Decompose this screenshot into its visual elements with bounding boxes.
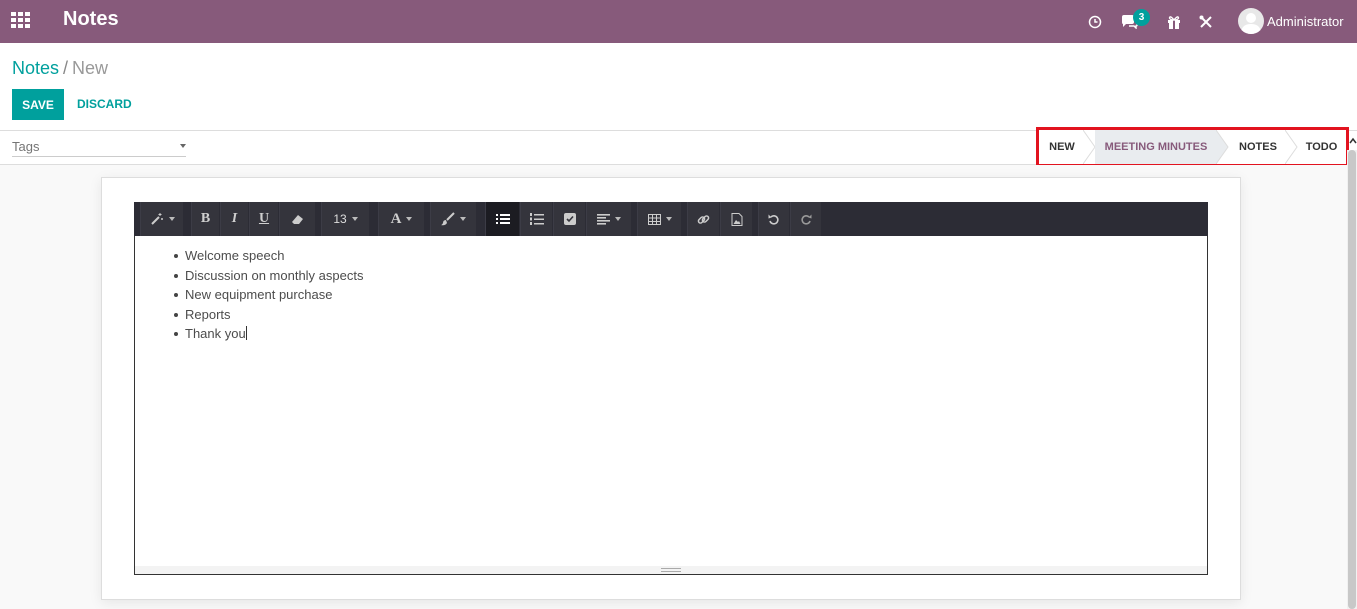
activity-button[interactable]: [1085, 0, 1105, 43]
top-navbar: Notes 3 Administrator: [0, 0, 1357, 43]
resize-handle-icon[interactable]: [661, 568, 681, 572]
stage-meeting-minutes[interactable]: MEETING MINUTES: [1095, 130, 1217, 164]
bullet-list-icon: [495, 214, 510, 224]
italic-button[interactable]: I: [220, 202, 248, 236]
align-dropdown[interactable]: [586, 202, 631, 236]
text-cursor: [245, 326, 247, 340]
tags-field[interactable]: [12, 138, 186, 157]
table-icon: [647, 213, 661, 225]
stage-label: NEW: [1049, 141, 1075, 153]
note-editor[interactable]: Welcome speech Discussion on monthly asp…: [134, 236, 1208, 575]
apps-grid-icon[interactable]: [11, 12, 30, 28]
stage-todo[interactable]: TODO: [1297, 130, 1346, 164]
redo-button[interactable]: [790, 202, 821, 236]
align-left-icon: [597, 213, 610, 225]
link-icon: [697, 214, 710, 224]
image-button[interactable]: [720, 202, 752, 236]
numbered-list-button[interactable]: [520, 202, 552, 236]
list-item-text: Discussion on monthly aspects: [185, 267, 364, 283]
chevron-down-icon: [406, 217, 413, 221]
clear-format-button[interactable]: [279, 202, 315, 236]
underline-button[interactable]: U: [249, 202, 278, 236]
avatar[interactable]: [1238, 8, 1264, 34]
font-color-icon: A: [390, 210, 402, 227]
bold-button[interactable]: B: [191, 202, 219, 236]
font-size-value: 13: [333, 212, 347, 226]
checkbox-icon: [563, 213, 576, 225]
bullet-list-button[interactable]: [485, 202, 519, 236]
redo-icon: [801, 214, 812, 225]
debug-tools-button[interactable]: [1196, 0, 1216, 43]
editor-toolbar: B I U 13 A: [134, 202, 1208, 236]
gift-button[interactable]: [1164, 0, 1184, 43]
bold-icon: B: [200, 211, 211, 226]
breadcrumb-current: New: [72, 58, 109, 78]
paintbrush-icon: [441, 212, 455, 226]
italic-icon: I: [231, 211, 238, 226]
font-size-dropdown[interactable]: 13: [321, 202, 369, 236]
tools-icon: [1199, 15, 1212, 28]
undo-icon: [768, 214, 779, 225]
editor-resize-bar[interactable]: [135, 566, 1207, 574]
table-dropdown[interactable]: [637, 202, 681, 236]
list-item-text: New equipment purchase: [185, 287, 333, 302]
highlight-color-dropdown[interactable]: [430, 202, 476, 236]
clock-icon: [1088, 15, 1102, 28]
font-color-dropdown[interactable]: A: [378, 202, 424, 236]
chevron-down-icon: [615, 217, 621, 221]
list-item-text: Thank you: [185, 326, 246, 341]
chevron-down-icon[interactable]: [180, 144, 186, 148]
magic-wand-icon: [150, 213, 163, 225]
list-item[interactable]: Welcome speech: [173, 246, 363, 266]
chevron-down-icon: [168, 217, 175, 221]
eraser-icon: [291, 215, 303, 224]
stage-notes[interactable]: NOTES: [1229, 130, 1287, 164]
scroll-up-icon[interactable]: [1349, 136, 1357, 146]
breadcrumb-notes-link[interactable]: Notes: [12, 58, 59, 78]
gift-icon: [1168, 15, 1180, 29]
undo-button[interactable]: [758, 202, 789, 236]
list-item[interactable]: Discussion on monthly aspects: [173, 266, 364, 286]
underline-icon: U: [258, 211, 270, 226]
list-item[interactable]: Thank you: [173, 324, 363, 344]
style-dropdown[interactable]: [140, 202, 183, 236]
chevron-down-icon: [460, 217, 466, 221]
image-icon: [731, 212, 742, 226]
list-item[interactable]: New equipment purchase: [173, 285, 363, 305]
list-item-text: Reports: [185, 306, 231, 322]
numbered-list-icon: [529, 213, 544, 225]
bullet-list: Welcome speech Discussion on monthly asp…: [173, 246, 364, 344]
scrollbar-thumb[interactable]: [1348, 150, 1356, 609]
stage-selector: NEW MEETING MINUTES NOTES TODO: [1036, 127, 1349, 167]
checklist-button[interactable]: [553, 202, 585, 236]
stage-label: TODO: [1305, 141, 1338, 153]
save-button[interactable]: SAVE: [12, 89, 64, 120]
list-item-text: Welcome speech: [185, 248, 285, 263]
app-title: Notes: [63, 8, 119, 30]
stage-label: MEETING MINUTES: [1104, 141, 1208, 153]
list-item[interactable]: Reports: [173, 305, 363, 325]
messages-badge: 3: [1133, 9, 1150, 26]
stage-new[interactable]: NEW: [1039, 130, 1085, 164]
chevron-down-icon: [665, 217, 672, 221]
tags-input[interactable]: [12, 139, 172, 154]
discard-button[interactable]: DISCARD: [77, 97, 132, 111]
stage-label: NOTES: [1239, 141, 1277, 153]
breadcrumb: Notes / New: [12, 58, 108, 79]
user-menu-name[interactable]: Administrator: [1267, 14, 1344, 29]
scrollbar[interactable]: [1347, 150, 1357, 609]
breadcrumb-separator: /: [63, 58, 69, 78]
stage-separator: [1216, 130, 1229, 164]
chevron-down-icon: [351, 217, 358, 221]
link-button[interactable]: [687, 202, 719, 236]
